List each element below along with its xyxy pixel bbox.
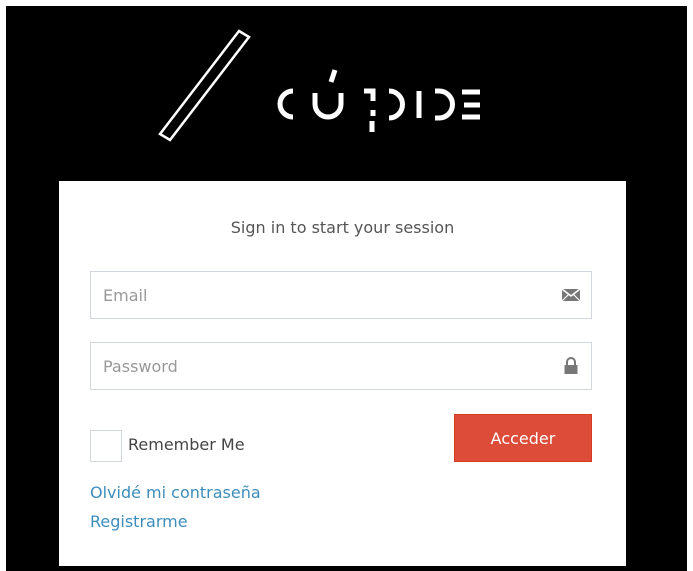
login-box-title: Sign in to start your session xyxy=(230,218,455,237)
sign-in-button[interactable]: Acceder xyxy=(454,414,592,462)
login-page: Sign in to start your session Remember M… xyxy=(0,0,693,571)
forgot-password-link[interactable]: Olvidé mi contraseña xyxy=(90,483,261,502)
password-input[interactable] xyxy=(91,343,553,389)
brand-logo xyxy=(158,29,480,142)
email-field[interactable] xyxy=(90,271,592,319)
remember-me-label: Remember Me xyxy=(128,435,245,454)
lock-icon xyxy=(564,357,578,374)
envelope-icon xyxy=(561,288,581,302)
email-input[interactable] xyxy=(91,272,553,318)
register-link[interactable]: Registrarme xyxy=(90,512,188,531)
login-box: Sign in to start your session Remember M… xyxy=(59,181,626,566)
password-field[interactable] xyxy=(90,342,592,390)
remember-me-checkbox[interactable] xyxy=(90,430,122,462)
